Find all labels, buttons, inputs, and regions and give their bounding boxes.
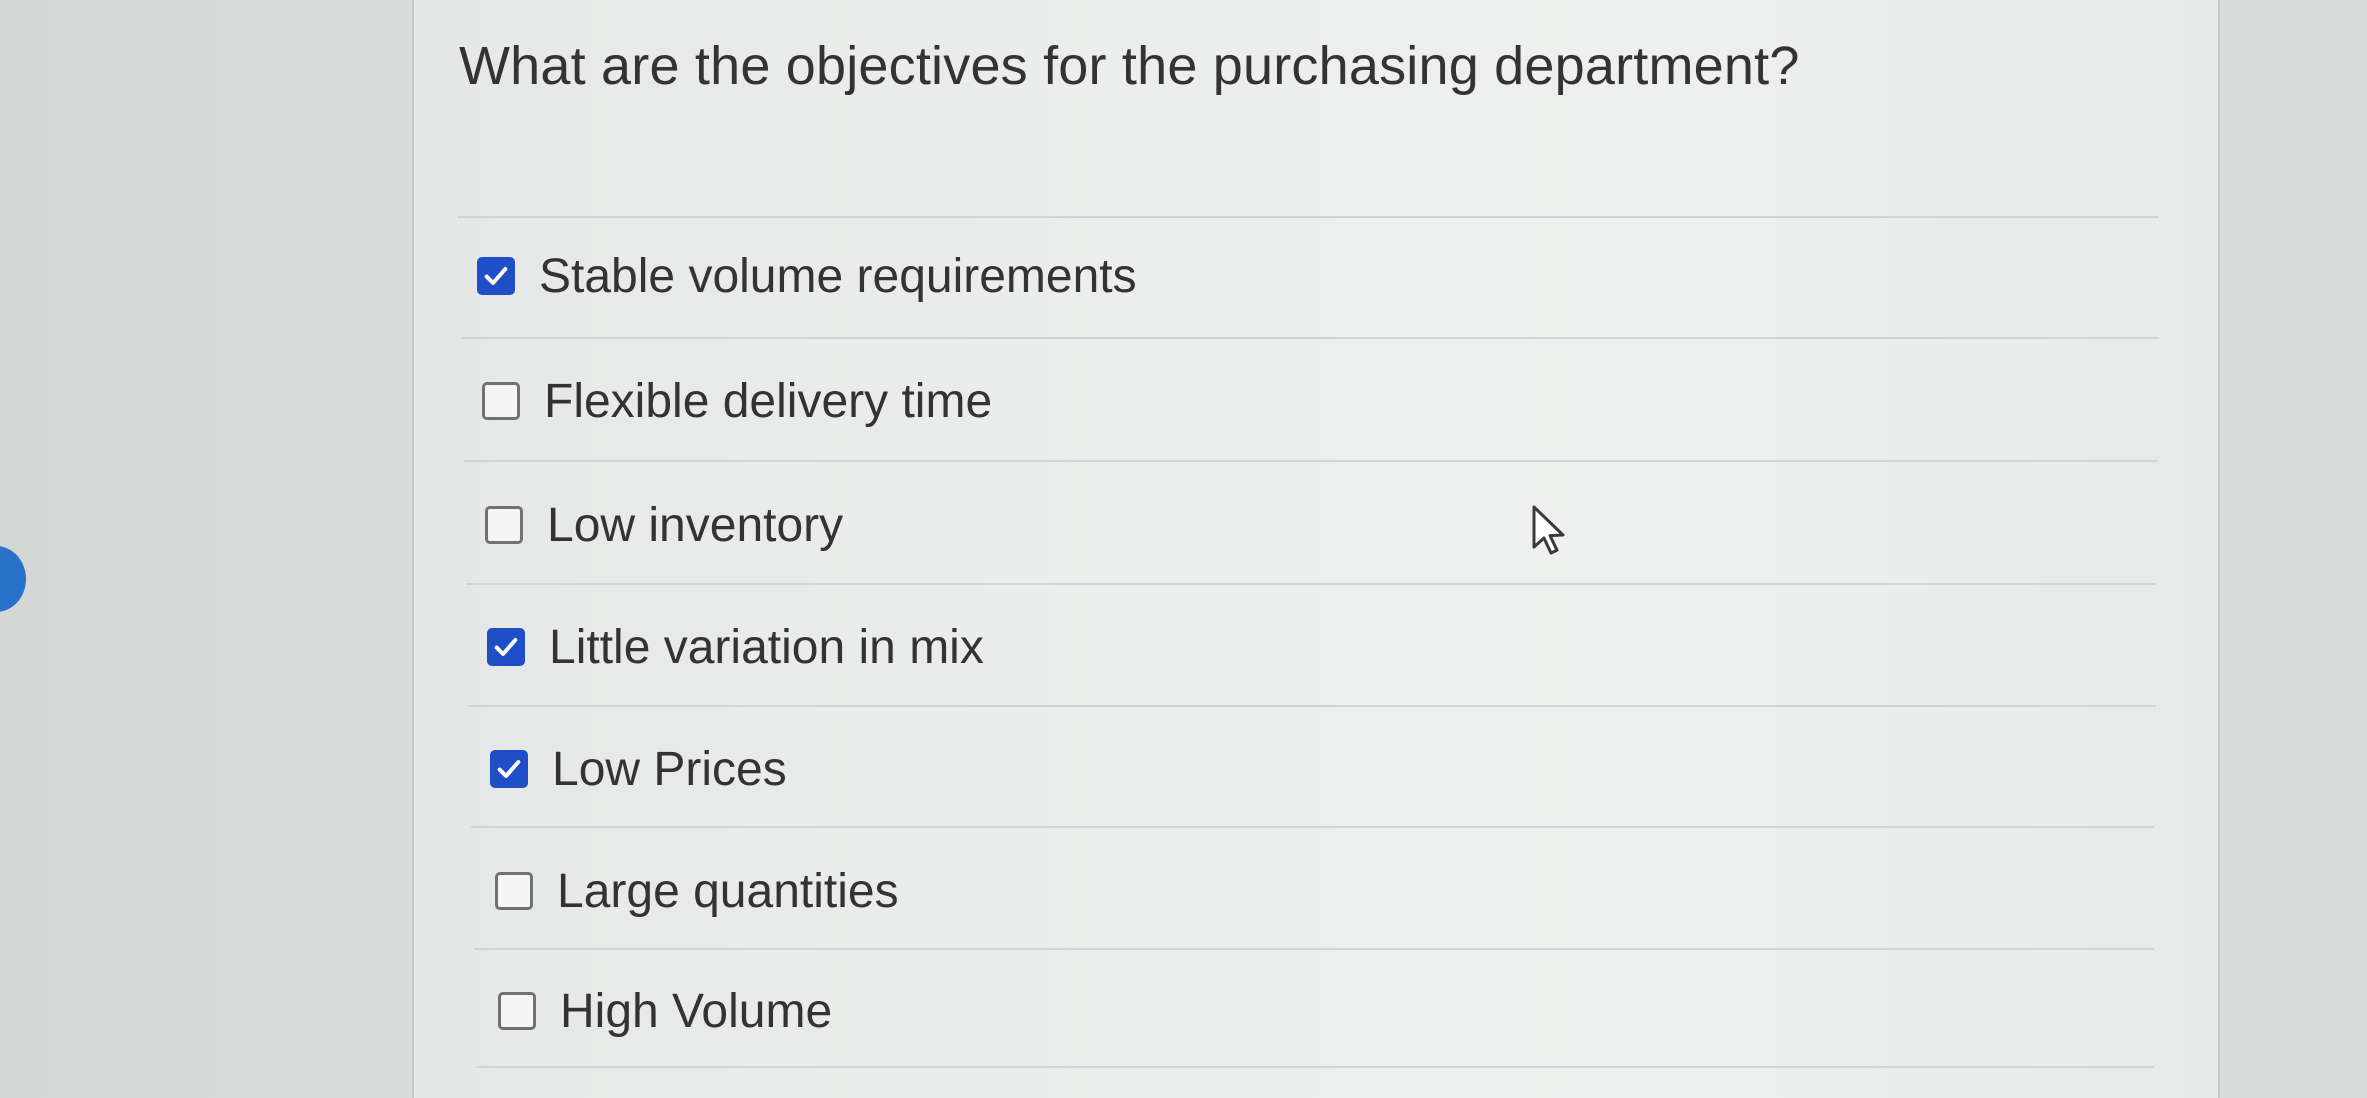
option-high-volume[interactable]: High Volume xyxy=(498,971,832,1051)
divider xyxy=(461,337,2159,339)
divider xyxy=(476,1066,2154,1068)
divider xyxy=(474,948,2154,950)
option-label: Large quantities xyxy=(557,864,899,918)
option-stable-volume-requirements[interactable]: Stable volume requirements xyxy=(477,236,1137,316)
divider xyxy=(457,216,2159,218)
question-text: What are the objectives for the purchasi… xyxy=(459,36,1800,96)
option-label: Low inventory xyxy=(547,498,844,552)
screen: What are the objectives for the purchasi… xyxy=(0,0,2367,1098)
option-little-variation-in-mix[interactable]: Little variation in mix xyxy=(487,607,984,687)
option-low-prices[interactable]: Low Prices xyxy=(490,729,787,809)
option-label: Flexible delivery time xyxy=(544,374,993,428)
divider xyxy=(471,826,2154,828)
checkbox-unchecked[interactable] xyxy=(485,506,523,544)
checkmark-icon xyxy=(494,638,518,656)
divider xyxy=(468,705,2156,707)
checkmark-icon xyxy=(484,267,508,285)
side-navigation-dot[interactable] xyxy=(0,546,26,612)
option-label: Stable volume requirements xyxy=(539,249,1137,303)
question-card: What are the objectives for the purchasi… xyxy=(412,0,2220,1098)
option-label: Little variation in mix xyxy=(549,620,984,674)
checkmark-icon xyxy=(497,760,521,778)
option-label: High Volume xyxy=(560,984,833,1038)
checkbox-checked[interactable] xyxy=(490,750,528,788)
checkbox-checked[interactable] xyxy=(477,257,515,295)
divider xyxy=(464,460,2157,462)
option-label: Low Prices xyxy=(552,742,787,796)
option-large-quantities[interactable]: Large quantities xyxy=(495,851,899,931)
divider xyxy=(466,583,2156,585)
option-flexible-delivery-time[interactable]: Flexible delivery time xyxy=(482,361,992,441)
checkbox-unchecked[interactable] xyxy=(495,872,533,910)
option-low-inventory[interactable]: Low inventory xyxy=(485,485,843,565)
checkbox-unchecked[interactable] xyxy=(482,382,520,420)
mouse-pointer-icon xyxy=(1532,505,1565,555)
checkbox-checked[interactable] xyxy=(487,628,525,666)
checkbox-unchecked[interactable] xyxy=(498,992,536,1030)
